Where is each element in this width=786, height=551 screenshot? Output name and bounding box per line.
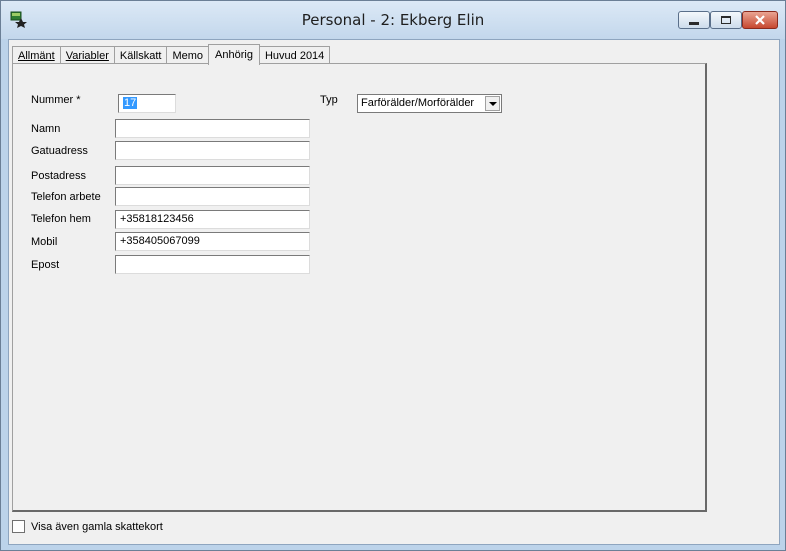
epost-field[interactable] <box>115 255 310 274</box>
postadress-field[interactable] <box>115 166 310 185</box>
tab-label: Anhörig <box>215 49 253 61</box>
tab-huvud-2014[interactable]: Huvud 2014 <box>258 46 331 64</box>
tab-label: Huvud 2014 <box>264 49 325 62</box>
show-old-taxcards-row[interactable]: Visa även gamla skattekort <box>12 520 163 533</box>
close-icon <box>755 15 765 25</box>
gatuadress-field[interactable] <box>115 141 310 160</box>
tab-strip: Allmänt Variabler Källskatt Memo Anhörig… <box>12 44 331 65</box>
tab-label: Memo <box>172 49 204 62</box>
namn-field[interactable] <box>115 119 310 138</box>
maximize-button[interactable] <box>710 11 742 29</box>
epost-label: Epost <box>31 259 60 271</box>
typ-value: Farförälder/Morförälder <box>361 97 475 109</box>
postadress-label: Postadress <box>31 170 87 182</box>
gatuadress-label: Gatuadress <box>31 145 88 157</box>
minimize-button[interactable] <box>678 11 710 29</box>
app-window: Personal - 2: Ekberg Elin Allmänt Variab… <box>0 0 786 551</box>
anhorig-panel: Nummer * 17 Typ Farförälder/Morförälder … <box>12 63 707 512</box>
maximize-icon <box>721 16 731 24</box>
window-title: Personal - 2: Ekberg Elin <box>301 11 485 29</box>
tab-kallskatt[interactable]: Källskatt <box>113 46 168 64</box>
tab-memo[interactable]: Memo <box>166 46 210 64</box>
nummer-field[interactable]: 17 <box>118 94 176 113</box>
tab-variabler[interactable]: Variabler <box>59 46 115 64</box>
minimize-icon <box>689 21 699 25</box>
nummer-value: 17 <box>123 97 138 109</box>
typ-select[interactable]: Farförälder/Morförälder <box>357 94 502 113</box>
tab-label: Allmänt <box>18 49 55 62</box>
typ-label: Typ <box>320 94 338 106</box>
mobil-field[interactable]: +358405067099 <box>115 232 310 251</box>
telefon-arbete-field[interactable] <box>115 187 310 206</box>
namn-label: Namn <box>31 123 61 135</box>
tab-label: Källskatt <box>119 49 162 62</box>
client-area: Allmänt Variabler Källskatt Memo Anhörig… <box>8 39 780 545</box>
typ-dropdown-button[interactable] <box>485 96 500 111</box>
telefon-hem-label: Telefon hem <box>31 213 91 225</box>
title-bar[interactable]: Personal - 2: Ekberg Elin <box>1 1 785 39</box>
chevron-down-icon <box>488 101 497 106</box>
tab-label: Variabler <box>65 49 109 62</box>
tab-anhorig[interactable]: Anhörig <box>208 44 260 65</box>
show-old-taxcards-label: Visa även gamla skattekort <box>31 520 163 533</box>
telefon-hem-field[interactable]: +35818123456 <box>115 210 310 229</box>
nummer-label: Nummer * <box>31 94 81 106</box>
tab-allmant[interactable]: Allmänt <box>12 46 61 64</box>
show-old-taxcards-checkbox[interactable] <box>12 520 25 533</box>
close-button[interactable] <box>742 11 778 29</box>
mobil-label: Mobil <box>31 236 58 248</box>
telefon-arbete-label: Telefon arbete <box>31 191 101 203</box>
